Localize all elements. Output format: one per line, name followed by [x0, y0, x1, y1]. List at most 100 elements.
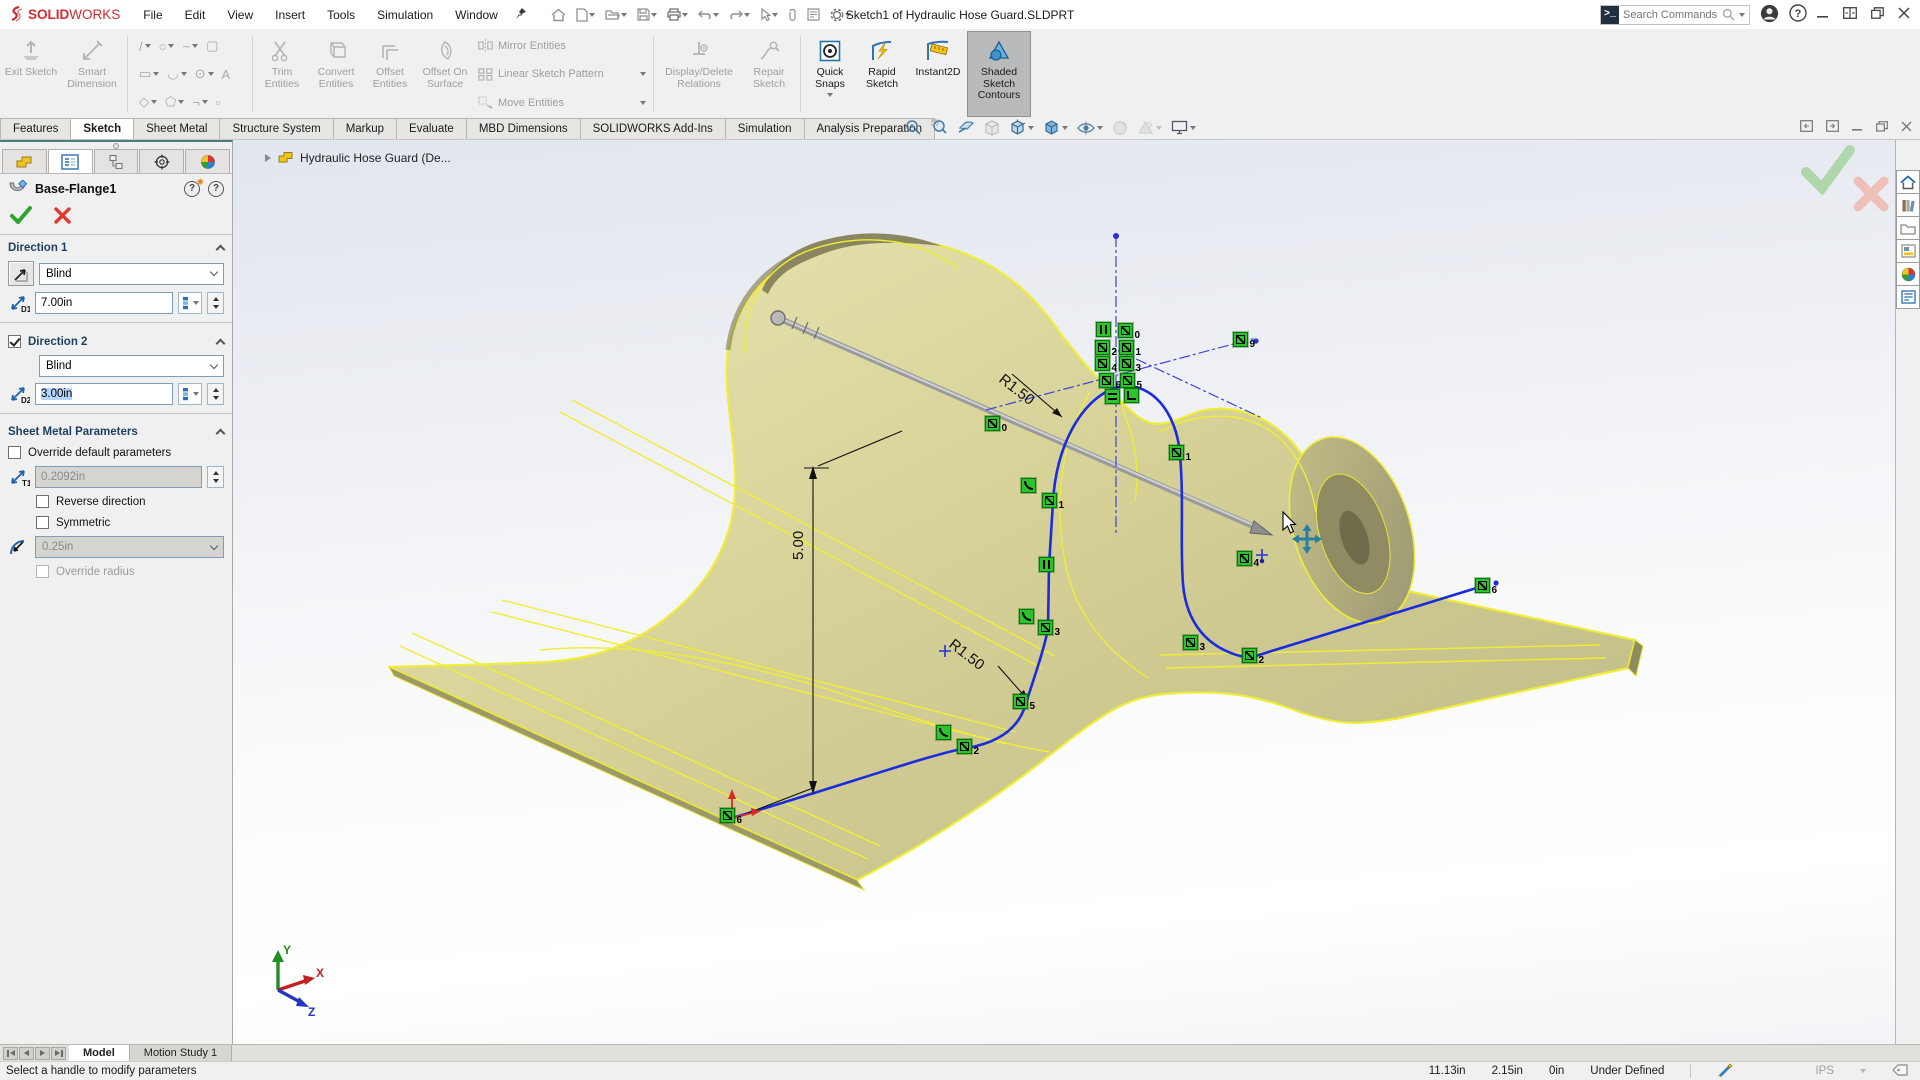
display-style-icon[interactable] [1043, 119, 1068, 136]
search-icon[interactable] [1722, 8, 1735, 21]
tab-model[interactable]: Model [69, 1045, 130, 1061]
pin-icon[interactable] [515, 7, 528, 23]
symmetric-checkbox[interactable] [36, 516, 49, 529]
open-document-icon[interactable] [602, 6, 630, 23]
previous-view-icon[interactable] [957, 120, 975, 136]
featuremanager-tab[interactable] [2, 149, 47, 173]
d1-spinner[interactable] [207, 292, 224, 314]
quick-snaps-button[interactable]: Quick Snaps [804, 32, 856, 116]
surface-patch-icon[interactable]: ▢ [206, 38, 218, 54]
reverse-direction1-button[interactable] [8, 261, 34, 286]
d2-link-values-button[interactable] [178, 383, 202, 405]
fillet-tool-icon[interactable]: ¬ [192, 95, 208, 110]
hide-show-caret[interactable] [1097, 126, 1103, 130]
command-tab-evaluate[interactable]: Evaluate [396, 118, 467, 139]
tab-motion-study[interactable]: Motion Study 1 [130, 1045, 232, 1061]
view-settings-icon[interactable] [1171, 120, 1196, 135]
view-settings-caret[interactable] [1190, 126, 1196, 130]
command-tab-solidworks-add-ins[interactable]: SOLIDWORKS Add-Ins [580, 118, 726, 139]
direction1-end-condition-select[interactable]: Blind [39, 263, 224, 285]
bend-radius-select[interactable]: 0.25in [35, 536, 224, 558]
reverse-direction-row[interactable]: Reverse direction [0, 491, 232, 512]
line-tool-icon[interactable]: / [139, 39, 151, 54]
zoom-to-area-icon[interactable] [931, 119, 948, 136]
circle-tool-icon[interactable]: ○ [159, 39, 175, 54]
units-caret[interactable] [1860, 1069, 1866, 1073]
doc-close-icon[interactable] [1901, 121, 1912, 135]
command-tab-markup[interactable]: Markup [333, 118, 397, 139]
print-icon[interactable] [664, 6, 691, 23]
direction2-end-condition-select[interactable]: Blind [39, 355, 224, 377]
rapid-sketch-button[interactable]: Rapid Sketch [856, 32, 908, 116]
ellipse-tool-icon[interactable]: ⊙ [195, 66, 214, 82]
thickness-field[interactable]: 0.2092in [35, 466, 202, 488]
offset-entities-button[interactable]: Offset Entities [364, 32, 416, 116]
point-tool-icon[interactable]: ▫ [216, 95, 221, 110]
symmetric-row[interactable]: Symmetric [0, 512, 232, 533]
pane-left-icon[interactable] [1800, 120, 1813, 135]
section-view-icon[interactable] [984, 120, 1000, 136]
zoom-to-fit-icon[interactable] [905, 119, 922, 136]
minimize-button[interactable] [1817, 7, 1829, 22]
move-entities-button[interactable]: Move Entities [478, 96, 646, 109]
tag-icon[interactable] [1892, 1064, 1908, 1079]
sketch-edit-status-icon[interactable] [1717, 1063, 1733, 1080]
sheet-metal-part[interactable] [389, 233, 1643, 890]
configuration-manager-tab[interactable] [94, 149, 139, 173]
polygon-tool-icon[interactable]: ⬠ [165, 94, 184, 110]
pane-right-icon[interactable] [1826, 120, 1839, 135]
undo-icon[interactable] [695, 7, 722, 23]
design-library-icon[interactable] [1896, 193, 1920, 217]
search-scope-caret[interactable] [1739, 13, 1745, 17]
prev-tab-button[interactable] [19, 1047, 34, 1060]
hide-show-items-icon[interactable] [1077, 121, 1103, 135]
menu-insert[interactable]: Insert [264, 8, 316, 22]
shaded-sketch-contours-button[interactable]: Shaded Sketch Contours [968, 32, 1030, 116]
convert-entities-button[interactable]: Convert Entities [308, 32, 364, 116]
attachment-icon[interactable] [785, 6, 800, 24]
view-orientation-icon[interactable] [1009, 119, 1034, 136]
restore-button[interactable] [1871, 7, 1884, 22]
trim-entities-button[interactable]: Trim Entities [256, 32, 308, 116]
edit-appearance-icon[interactable] [1112, 120, 1128, 136]
file-explorer-icon[interactable] [1896, 216, 1920, 240]
menu-tools[interactable]: Tools [316, 8, 366, 22]
appearances-scenes-icon[interactable] [1896, 262, 1920, 286]
arrange-windows-button[interactable] [1843, 7, 1857, 22]
search-commands-box[interactable]: >_ [1600, 5, 1750, 25]
command-tab-structure-system[interactable]: Structure System [219, 118, 333, 139]
new-document-icon[interactable] [573, 6, 598, 24]
view-orientation-caret[interactable] [1028, 126, 1034, 130]
offset-on-surface-button[interactable]: Offset On Surface [416, 32, 474, 116]
search-input[interactable] [1619, 9, 1722, 21]
view-palette-icon[interactable] [1896, 239, 1920, 263]
direction2-depth-field[interactable]: 3.00in [35, 383, 173, 405]
override-default-parameters-row[interactable]: Override default parameters [0, 442, 232, 463]
account-icon[interactable] [1760, 4, 1779, 26]
save-icon[interactable] [634, 6, 660, 23]
menu-window[interactable]: Window [444, 8, 509, 22]
direction1-depth-field[interactable]: 7.00in [35, 292, 173, 314]
d2-spinner[interactable] [207, 383, 224, 405]
command-tab-mbd-dimensions[interactable]: MBD Dimensions [466, 118, 581, 139]
command-tab-sheet-metal[interactable]: Sheet Metal [133, 118, 220, 139]
override-radius-checkbox[interactable] [36, 565, 49, 578]
direction2-checkbox[interactable] [8, 335, 21, 348]
menu-simulation[interactable]: Simulation [366, 8, 444, 22]
apply-scene-caret[interactable] [1156, 126, 1162, 130]
tree-item-label[interactable]: Hydraulic Hose Guard (De... [300, 151, 451, 165]
display-delete-relations-button[interactable]: Display/Delete Relations [657, 32, 741, 116]
linear-sketch-pattern-button[interactable]: Linear Sketch Pattern [478, 68, 646, 81]
search-type-icon[interactable]: >_ [1601, 6, 1619, 24]
help-icon[interactable]: ? [1789, 4, 1807, 25]
redo-icon[interactable] [726, 7, 753, 23]
help-circle-icon[interactable]: ? [208, 181, 224, 197]
text-tool-icon[interactable]: A [222, 67, 231, 82]
propertymanager-tab[interactable] [48, 149, 93, 173]
quick-snaps-caret[interactable] [827, 93, 833, 97]
spline-tool-icon[interactable]: ~ [182, 39, 198, 54]
file-properties-icon[interactable] [804, 6, 823, 23]
reverse-direction-checkbox[interactable] [36, 495, 49, 508]
command-tab-features[interactable]: Features [0, 118, 71, 139]
smart-dimension-button[interactable]: Smart Dimension [60, 32, 124, 116]
